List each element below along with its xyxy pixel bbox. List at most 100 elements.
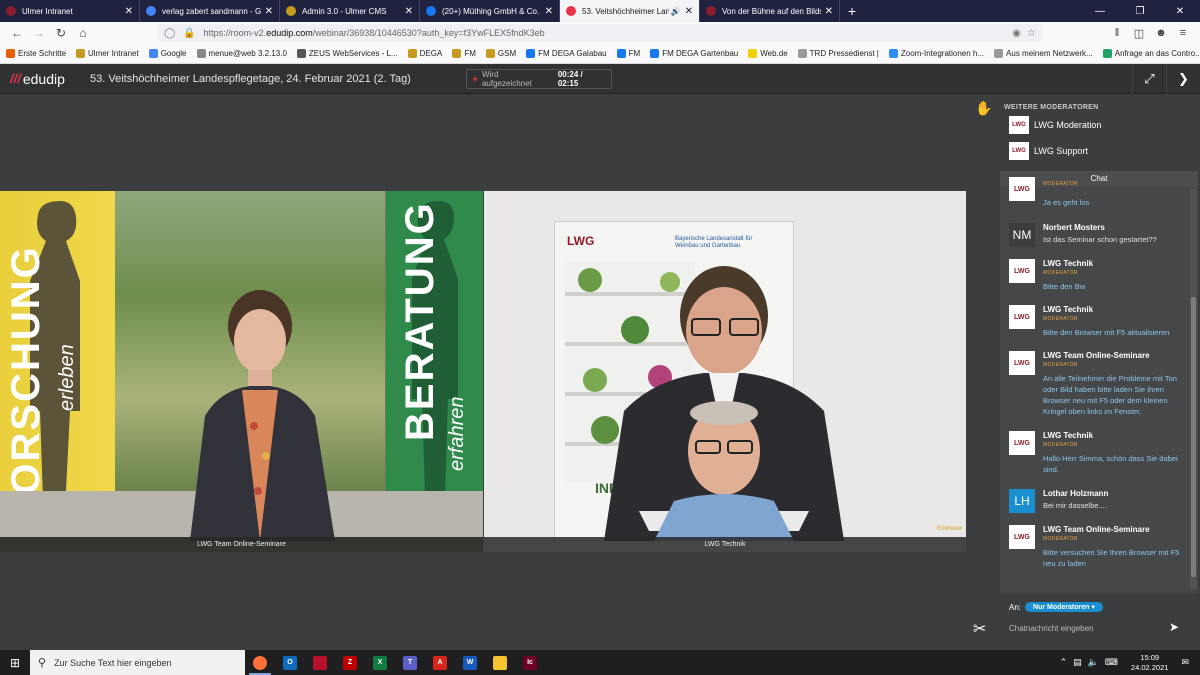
bookmark-favicon-icon — [994, 49, 1004, 58]
minimize-icon[interactable]: — — [1080, 0, 1120, 22]
taskbar-app-incopy[interactable]: Ic — [515, 650, 545, 675]
chat-input[interactable]: Chatnachricht eingeben — [1006, 619, 1186, 637]
bookmark-item[interactable]: FM DEGA Galabau — [526, 49, 607, 58]
chat-avatar: LWG — [1009, 177, 1035, 201]
bookmark-item[interactable]: menue@web 3.2.13.0 — [196, 49, 287, 58]
video-tile-right[interactable]: LWG Bayerische Landesanstalt für Weinbau… — [484, 191, 966, 552]
back-icon[interactable]: ← — [6, 24, 28, 42]
pocket-icon[interactable]: ◉ — [1012, 28, 1021, 39]
raise-hand-icon[interactable]: ✋ — [975, 100, 992, 117]
bookmark-item[interactable]: Web.de — [748, 49, 788, 58]
send-icon[interactable]: ➤ — [1169, 620, 1179, 634]
chat-author: LWG Team Online-Seminare — [1043, 525, 1150, 534]
tab-favicon-icon — [146, 6, 156, 16]
sidebar-icon[interactable]: ◫ — [1128, 27, 1150, 40]
browser-tab[interactable]: Von der Bühne auf den Bildsch ✕ — [700, 0, 840, 22]
notifications-icon[interactable]: ✉ — [1181, 657, 1189, 668]
browser-tab-strip: Ulmer Intranet ✕ verlag zabert sandmann - … — [0, 0, 1200, 22]
shield-icon[interactable]: ◯ — [164, 28, 175, 39]
taskbar-app-outlook[interactable]: O — [275, 650, 305, 675]
taskbar-app-firefox[interactable] — [245, 650, 275, 675]
browser-tab[interactable]: (20+) Müthing GmbH & Co. K ✕ — [420, 0, 560, 22]
url-bar[interactable]: ◯ 🔒 https://room-v2.edudip.com/webinar/3… — [158, 24, 1042, 42]
chat-avatar: LWG — [1009, 525, 1035, 549]
erleben-word: erleben — [56, 344, 78, 411]
tray-chevron-icon[interactable]: ⌃ — [1060, 657, 1068, 668]
bookmark-item[interactable]: Erste Schritte — [6, 49, 66, 58]
tools-icon[interactable]: ✂ — [973, 619, 986, 639]
browser-tab[interactable]: verlag zabert sandmann - Goo ✕ — [140, 0, 280, 22]
clock[interactable]: 15:09 24.02.2021 — [1131, 653, 1169, 673]
chat-avatar: LWG — [1009, 259, 1035, 283]
bookmark-item[interactable]: FM — [452, 49, 476, 58]
video-tile-left[interactable]: FORSCHUNG erleben BERATUNG erfahren LWG … — [0, 191, 483, 552]
bookmark-item[interactable]: ZEUS WebServices - L... — [296, 49, 398, 58]
bookmark-item[interactable]: FM DEGA Gartenbau — [650, 49, 738, 58]
bookmark-label: FM — [628, 49, 641, 58]
bookmark-item[interactable]: TRD Pressedienst | — [797, 49, 879, 58]
bookmark-item[interactable]: Anfrage an das Contro... — [1102, 49, 1200, 58]
tab-close-icon[interactable]: ✕ — [265, 6, 273, 17]
moderator-name: LWG Support — [1034, 146, 1088, 156]
browser-tab[interactable]: Ulmer Intranet ✕ — [0, 0, 140, 22]
speaker-icon[interactable]: 🔊 — [671, 7, 681, 16]
taskbar-app-acrobat[interactable]: A — [425, 650, 455, 675]
home-icon[interactable]: ⌂ — [72, 24, 94, 42]
account-icon[interactable]: ☻ — [1150, 27, 1172, 39]
moderator-badge: MODERATOR — [1043, 442, 1078, 448]
restore-icon[interactable]: ❐ — [1120, 0, 1160, 22]
taskbar-app-teams[interactable]: T — [395, 650, 425, 675]
collapse-panel-icon[interactable]: ❯ — [1166, 64, 1200, 94]
taskbar-app-word[interactable]: W — [455, 650, 485, 675]
taskbar-app-excel[interactable]: X — [365, 650, 395, 675]
bookmark-star-icon[interactable]: ☆ — [1027, 28, 1036, 39]
new-tab-icon[interactable]: + — [840, 0, 864, 22]
windows-start-icon[interactable]: ⊞ — [0, 650, 30, 675]
chat-message-text: Bitte den Bw — [1043, 282, 1086, 291]
bookmark-favicon-icon — [797, 49, 807, 58]
bookmark-item[interactable]: DEGA — [407, 49, 443, 58]
chat-message: LWG LWG Technik MODERATOR Bitte den Browser… — [1009, 305, 1187, 345]
chat-scrollbar-thumb[interactable] — [1191, 297, 1196, 577]
recipient-label: An: — [1009, 602, 1022, 612]
lock-icon[interactable]: 🔒 — [183, 28, 195, 39]
browser-tab[interactable]: 53. Veitshöchheimer Lande🔊 ✕ — [560, 0, 700, 22]
chat-panel[interactable]: Chat LWG MODERATOR Ja es geht los NM Norbert… — [1000, 171, 1198, 593]
bookmark-item[interactable]: Aus meinem Netzwerk... — [994, 49, 1093, 58]
tab-favicon-icon — [6, 6, 16, 16]
recipient-select[interactable]: Nur Moderatoren ▾ — [1025, 602, 1103, 612]
menu-icon[interactable]: ≡ — [1172, 27, 1194, 39]
outlook-icon: O — [283, 655, 297, 670]
close-window-icon[interactable]: ✕ — [1160, 0, 1200, 22]
network-icon[interactable]: ▤ — [1073, 657, 1082, 668]
tab-close-icon[interactable]: ✕ — [545, 6, 553, 17]
url-text[interactable]: https://room-v2.edudip.com/webinar/36938… — [204, 28, 1013, 38]
tab-close-icon[interactable]: ✕ — [405, 6, 413, 17]
taskbar-search[interactable]: ⚲ Zur Suche Text hier eingeben — [30, 650, 245, 675]
chat-message: LWG MODERATOR Ja es geht los — [1009, 177, 1187, 217]
library-icon[interactable]: ‖ — [1106, 27, 1128, 39]
taskbar-app-explorer[interactable] — [485, 650, 515, 675]
bookmark-item[interactable]: GSM — [485, 49, 516, 58]
taskbar-app-filezilla[interactable]: Z — [335, 650, 365, 675]
reload-icon[interactable]: ↻ — [50, 24, 72, 42]
tab-close-icon[interactable]: ✕ — [125, 6, 133, 17]
volume-icon[interactable]: 🔈 — [1088, 657, 1099, 668]
bookmark-item[interactable]: Google — [148, 49, 187, 58]
bookmark-item[interactable]: Zoom-Integrationen h... — [888, 49, 984, 58]
tab-close-icon[interactable]: ✕ — [685, 6, 693, 17]
bookmark-label: Erste Schritte — [18, 49, 67, 58]
clock-date: 24.02.2021 — [1130, 662, 1169, 672]
bookmark-item[interactable]: Ulmer Intranet — [76, 49, 139, 58]
chat-scrollbar[interactable] — [1190, 189, 1197, 589]
fullscreen-icon[interactable]: ⤢ — [1132, 64, 1166, 94]
browser-toolbar-right: ‖ ◫ ☻ ≡ — [1106, 22, 1194, 44]
browser-tab[interactable]: Admin 3.0 - Ulmer CMS ✕ — [280, 0, 420, 22]
taskbar-app-app-red[interactable] — [305, 650, 335, 675]
forward-icon[interactable]: → — [28, 24, 50, 42]
bookmark-label: DEGA — [419, 49, 443, 58]
language-icon[interactable]: ⌨ — [1105, 657, 1118, 668]
bookmark-item[interactable]: FM — [616, 49, 641, 58]
tab-close-icon[interactable]: ✕ — [825, 6, 833, 17]
bookmark-label: FM — [464, 49, 476, 58]
